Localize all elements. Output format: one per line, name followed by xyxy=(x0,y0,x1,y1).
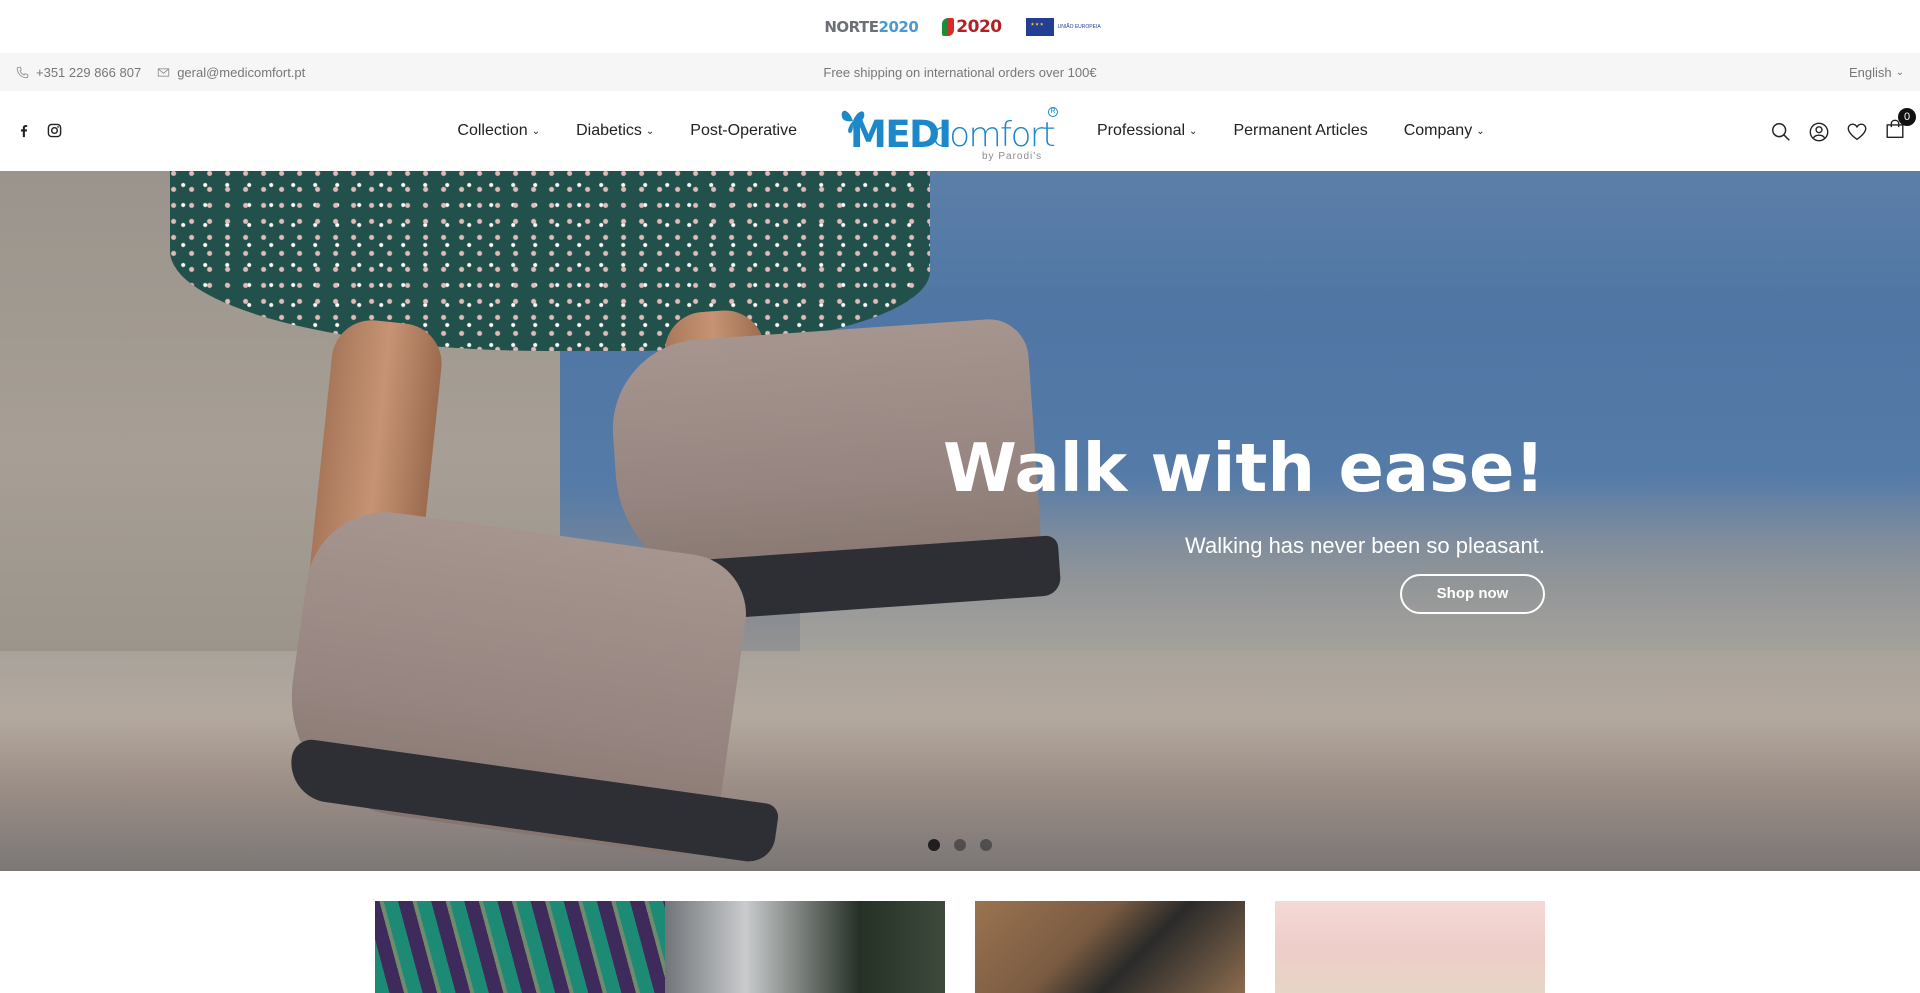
funding-logos-bar: NORTE2020 2020 UNIÃO EUROPEIA xyxy=(0,0,1920,53)
facebook-icon[interactable] xyxy=(16,123,31,138)
mail-icon xyxy=(158,67,170,77)
nav-post-operative[interactable]: Post-Operative xyxy=(690,122,797,140)
portugal-logo-year: 2020 xyxy=(956,16,1002,37)
phone-number: +351 229 866 807 xyxy=(36,64,142,80)
nav-diabetics[interactable]: Diabetics ⌄ xyxy=(576,122,654,140)
top-info-bar: +351 229 866 807 geral@medicomfort.pt Fr… xyxy=(0,53,1920,91)
nav-collection[interactable]: Collection ⌄ xyxy=(457,122,540,140)
medicomfort-logo[interactable]: MEDI comfort by Parodi's R xyxy=(834,101,1060,163)
logo-by-parodis: by Parodi's xyxy=(982,151,1043,162)
hero-slider: Walk with ease! Walking has never been s… xyxy=(0,171,1920,871)
header-tools: 0 xyxy=(1770,108,1916,145)
slider-dot-1[interactable] xyxy=(928,839,940,851)
slider-pagination xyxy=(928,839,992,851)
nav-professional[interactable]: Professional ⌄ xyxy=(1097,122,1197,140)
chevron-down-icon: ⌄ xyxy=(531,126,541,137)
cart-button[interactable]: 0 xyxy=(1884,108,1916,145)
contact-info: +351 229 866 807 geral@medicomfort.pt xyxy=(16,65,305,80)
portugal2020-logo: 2020 xyxy=(942,16,1002,37)
eu-logo-text: UNIÃO EUROPEIA xyxy=(1057,23,1101,30)
account-icon[interactable] xyxy=(1808,121,1830,143)
wishlist-heart-icon[interactable] xyxy=(1846,121,1868,143)
category-banner-3[interactable] xyxy=(1275,901,1545,993)
social-links xyxy=(16,123,62,138)
phone-icon xyxy=(16,66,29,78)
main-nav-right: Professional ⌄ Permanent Articles Company… xyxy=(1097,122,1485,140)
slider-dot-2[interactable] xyxy=(954,839,966,851)
phone-contact[interactable]: +351 229 866 807 xyxy=(16,65,141,80)
main-nav-left: Collection ⌄ Diabetics ⌄ Post-Operative xyxy=(457,122,797,140)
chevron-down-icon: ⌄ xyxy=(1895,67,1904,78)
hero-image-step xyxy=(0,651,1920,871)
nav-label: Post-Operative xyxy=(690,122,797,139)
chevron-down-icon: ⌄ xyxy=(1476,126,1485,137)
nav-label: Diabetics xyxy=(576,122,642,139)
norte2020-logo: NORTE2020 xyxy=(824,18,918,36)
nav-label: Professional xyxy=(1097,122,1186,139)
search-icon[interactable] xyxy=(1770,121,1792,143)
cart-count-badge: 0 xyxy=(1898,108,1916,126)
norte-logo-text: NORTE xyxy=(824,17,879,36)
hero-title: Walk with ease! xyxy=(942,429,1545,507)
norte-logo-year: 2020 xyxy=(878,17,919,36)
chevron-down-icon: ⌄ xyxy=(1189,126,1198,137)
slider-dot-3[interactable] xyxy=(980,839,992,851)
chevron-down-icon: ⌄ xyxy=(645,126,655,137)
language-selector[interactable]: English ⌄ xyxy=(1849,65,1904,80)
registered-mark: R xyxy=(1048,107,1058,117)
email-contact[interactable]: geral@medicomfort.pt xyxy=(157,65,305,80)
main-header: Collection ⌄ Diabetics ⌄ Post-Operative ME… xyxy=(0,91,1920,171)
hero-subtitle: Walking has never been so pleasant. xyxy=(1185,533,1545,558)
portugal-flag-icon xyxy=(942,17,955,36)
shop-now-button[interactable]: Shop now xyxy=(1400,574,1545,614)
eu-flag-icon xyxy=(1025,17,1054,36)
logo-comfort: comfort xyxy=(932,115,1056,155)
category-banner-2[interactable] xyxy=(975,901,1245,993)
nav-company[interactable]: Company ⌄ xyxy=(1404,122,1485,140)
nav-label: Collection xyxy=(457,122,528,139)
language-label: English xyxy=(1848,64,1892,80)
email-address: geral@medicomfort.pt xyxy=(177,64,306,80)
category-banner-1[interactable] xyxy=(375,901,945,993)
instagram-icon[interactable] xyxy=(47,123,62,138)
nav-permanent-articles[interactable]: Permanent Articles xyxy=(1233,122,1367,140)
nav-label: Permanent Articles xyxy=(1233,122,1368,139)
nav-label: Company xyxy=(1403,122,1473,139)
eu-logo: UNIÃO EUROPEIA xyxy=(1025,17,1104,36)
